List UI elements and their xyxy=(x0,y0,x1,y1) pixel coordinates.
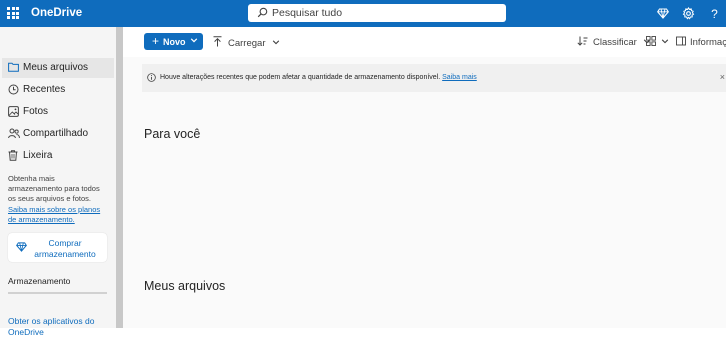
buy-storage-label: Comprar armazenamento xyxy=(34,238,96,259)
people-icon xyxy=(8,128,20,139)
new-button-label: Novo xyxy=(163,37,186,47)
storage-plans-link[interactable]: Saiba mais sobre os planos de armazename… xyxy=(8,205,108,225)
trash-icon xyxy=(8,150,19,161)
upload-label: Carregar xyxy=(228,37,266,49)
sidebar-item-label: Compartilhado xyxy=(23,128,89,139)
search-input[interactable]: Pesquisar tudo xyxy=(248,4,506,22)
view-options-button[interactable] xyxy=(646,36,669,49)
buy-storage-button[interactable]: Comprar armazenamento xyxy=(8,233,107,262)
top-bar: OneDrive Pesquisar tudo ? xyxy=(0,0,726,27)
banner-learn-more-link[interactable]: Saiba mais xyxy=(442,74,477,81)
sidebar-scrollbar[interactable] xyxy=(116,27,123,328)
storage-divider xyxy=(8,292,107,294)
search-icon xyxy=(257,7,268,21)
info-icon xyxy=(676,36,686,49)
sort-button[interactable]: Classificar xyxy=(577,36,651,49)
upload-icon xyxy=(213,36,222,50)
help-icon[interactable]: ? xyxy=(706,5,723,22)
premium-diamond-icon[interactable] xyxy=(654,5,671,22)
close-icon[interactable]: × xyxy=(720,72,725,82)
sort-label: Classificar xyxy=(593,37,637,48)
sidebar-item-shared[interactable]: Compartilhado xyxy=(0,124,116,144)
banner-message: Houve alterações recentes que podem afet… xyxy=(160,74,477,81)
chevron-down-icon xyxy=(661,37,669,48)
storage-notice-banner: Houve alterações recentes que podem afet… xyxy=(142,64,726,92)
chevron-down-icon xyxy=(272,38,280,49)
folder-icon xyxy=(8,62,19,73)
sidebar-item-my-files[interactable]: Meus arquivos xyxy=(2,58,114,78)
sidebar: Meus arquivos Recentes Fotos Compartilha… xyxy=(0,27,116,337)
clock-icon xyxy=(8,84,19,95)
info-label: Informações xyxy=(690,37,726,48)
sidebar-item-label: Fotos xyxy=(23,106,49,117)
info-pane-button[interactable]: Informações xyxy=(676,36,726,49)
search-placeholder: Pesquisar tudo xyxy=(272,7,343,19)
get-apps-link[interactable]: Obter os aplicativos do OneDrive xyxy=(8,316,108,338)
main-content: + Novo Carregar Classificar Informaç Hou… xyxy=(123,27,726,328)
sidebar-item-recent[interactable]: Recentes xyxy=(0,80,116,100)
app-name[interactable]: OneDrive xyxy=(31,7,82,19)
sidebar-item-label: Recentes xyxy=(23,84,66,95)
waffle-icon[interactable] xyxy=(7,7,19,19)
sidebar-item-photos[interactable]: Fotos xyxy=(0,102,116,122)
sidebar-item-label: Lixeira xyxy=(23,150,53,161)
premium-diamond-icon xyxy=(16,242,27,255)
command-bar: + Novo Carregar Classificar Informaç xyxy=(123,27,726,57)
section-my-files-heading: Meus arquivos xyxy=(144,279,226,293)
info-circle-icon xyxy=(147,73,156,85)
upload-button[interactable]: Carregar xyxy=(213,36,280,50)
sidebar-item-label: Meus arquivos xyxy=(23,62,89,73)
storage-heading[interactable]: Armazenamento xyxy=(8,276,70,286)
section-for-you-heading: Para você xyxy=(144,127,201,141)
chevron-down-icon xyxy=(190,36,198,46)
grid-view-icon xyxy=(646,36,656,49)
image-icon xyxy=(8,106,19,117)
banner-text: Houve alterações recentes que podem afet… xyxy=(160,74,441,81)
new-button[interactable]: + Novo xyxy=(144,33,203,50)
sort-icon xyxy=(577,36,588,49)
plus-icon: + xyxy=(152,34,160,48)
settings-gear-icon[interactable] xyxy=(680,5,697,22)
storage-promo-text: Obtenha mais armazenamento para todos os… xyxy=(8,174,100,203)
sidebar-item-trash[interactable]: Lixeira xyxy=(0,146,116,166)
